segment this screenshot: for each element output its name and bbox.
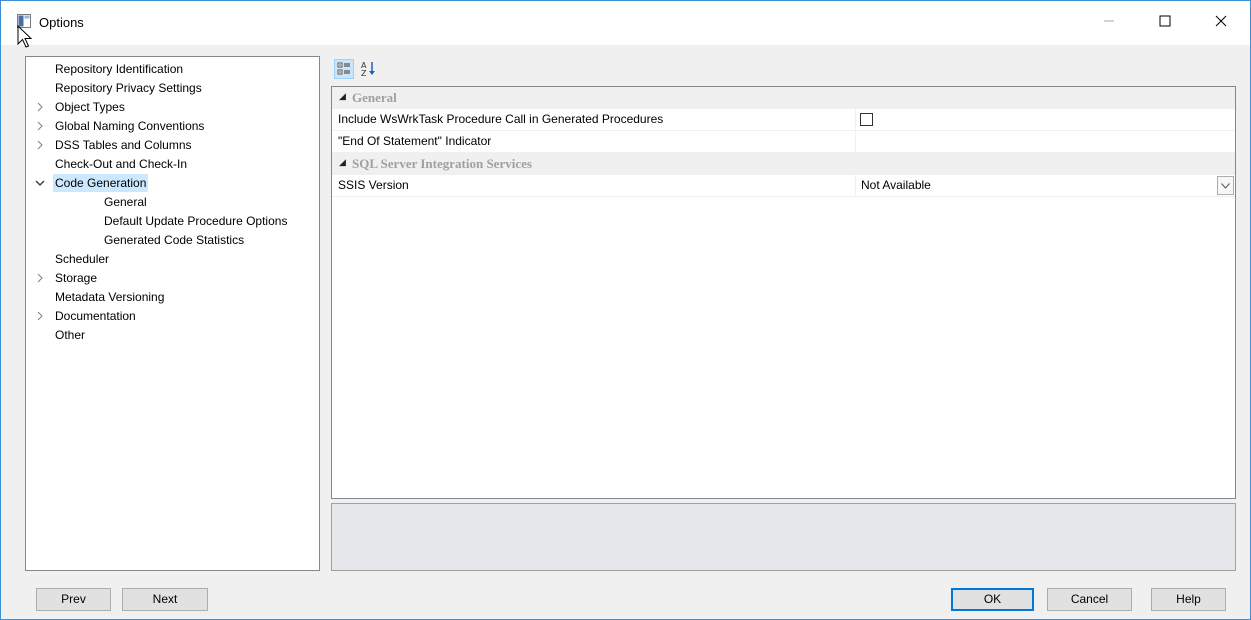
property-row[interactable]: SSIS Version Not Available <box>332 175 1235 197</box>
tree-item-label: Metadata Versioning <box>55 290 165 304</box>
tree-item[interactable]: Global Naming Conventions <box>26 117 319 135</box>
tree-item[interactable]: Documentation <box>26 307 319 325</box>
property-name: SSIS Version <box>332 175 856 196</box>
tree-item-label: Repository Privacy Settings <box>55 81 202 95</box>
property-grid[interactable]: ◢ General Include WsWrkTask Procedure Call… <box>331 86 1236 499</box>
tree-item[interactable]: Check-Out and Check-In <box>26 155 319 173</box>
tree-item[interactable]: Storage <box>26 269 319 287</box>
alphabetical-sort-button[interactable]: A Z <box>358 59 378 79</box>
title-bar[interactable]: Options <box>1 1 1250 48</box>
tree-item-label: General <box>104 195 147 209</box>
tree-item[interactable]: General <box>26 193 319 211</box>
close-button[interactable] <box>1198 1 1244 41</box>
tree-item-label: Storage <box>55 271 98 285</box>
tree-item[interactable]: Metadata Versioning <box>26 288 319 306</box>
description-pane <box>331 503 1236 571</box>
maximize-button[interactable] <box>1142 1 1188 41</box>
chevron-down-icon[interactable] <box>1217 176 1234 195</box>
tree-item[interactable]: Default Update Procedure Options <box>26 212 319 230</box>
chevron-right-icon[interactable] <box>34 269 46 287</box>
tree-item-label: Global Naming Conventions <box>55 119 205 133</box>
category-label: SQL Server Integration Services <box>352 156 532 171</box>
collapse-triangle-icon[interactable]: ◢ <box>339 91 346 102</box>
property-value-field[interactable] <box>857 131 1235 152</box>
tree-item-label: Scheduler <box>55 252 110 266</box>
tree-item-label: Check-Out and Check-In <box>55 157 188 171</box>
ssis-version-dropdown[interactable]: Not Available <box>857 175 1235 196</box>
property-name: Include WsWrkTask Procedure Call in Gene… <box>332 109 856 130</box>
tree-item[interactable]: Repository Identification <box>26 60 319 78</box>
minimize-button[interactable] <box>1086 1 1132 41</box>
svg-text:Z: Z <box>361 69 367 78</box>
tree-item[interactable]: Other <box>26 326 319 344</box>
window-title: Options <box>39 15 84 30</box>
property-value: Not Available <box>861 178 931 192</box>
tree-item[interactable]: Code Generation <box>26 174 319 192</box>
include-wswrktask-checkbox[interactable] <box>860 113 873 126</box>
cancel-button[interactable]: Cancel <box>1047 588 1132 611</box>
category-label: General <box>352 90 397 105</box>
maximize-icon <box>1159 15 1171 27</box>
tree-item-label: Generated Code Statistics <box>104 233 245 247</box>
next-button[interactable]: Next <box>122 588 208 611</box>
tree-item-label: Other <box>55 328 86 342</box>
ok-button[interactable]: OK <box>951 588 1034 611</box>
tree-item-label: Object Types <box>55 100 125 114</box>
category-row[interactable]: ◢ General <box>332 87 1235 109</box>
options-dialog: Options Repository Identification Reposit… <box>0 0 1251 620</box>
tree-item-label: Default Update Procedure Options <box>104 214 288 228</box>
help-button[interactable]: Help <box>1151 588 1226 611</box>
minimize-icon <box>1104 20 1114 22</box>
tree-item-label: Repository Identification <box>55 62 184 76</box>
property-row[interactable]: "End Of Statement" Indicator <box>332 131 1235 153</box>
tree-item[interactable]: Repository Privacy Settings <box>26 79 319 97</box>
prev-button[interactable]: Prev <box>36 588 111 611</box>
tree-item[interactable]: DSS Tables and Columns <box>26 136 319 154</box>
tree-item-label: Code Generation <box>53 174 149 192</box>
chevron-right-icon[interactable] <box>34 117 46 135</box>
chevron-right-icon[interactable] <box>34 98 46 116</box>
tree-item-label: DSS Tables and Columns <box>55 138 192 152</box>
chevron-right-icon[interactable] <box>34 307 46 325</box>
categorized-view-icon <box>337 62 350 75</box>
tree-item[interactable]: Scheduler <box>26 250 319 268</box>
property-row[interactable]: Include WsWrkTask Procedure Call in Gene… <box>332 109 1235 131</box>
category-row[interactable]: ◢ SQL Server Integration Services <box>332 153 1235 175</box>
tree-item[interactable]: Generated Code Statistics <box>26 231 319 249</box>
options-tree[interactable]: Repository Identification Repository Priv… <box>25 56 320 571</box>
alphabetical-sort-icon: A Z <box>361 61 375 78</box>
close-icon <box>1215 15 1227 27</box>
tree-item-label: Documentation <box>55 309 136 323</box>
property-name: "End Of Statement" Indicator <box>332 131 856 152</box>
categorized-view-button[interactable] <box>334 59 354 79</box>
mouse-cursor-icon <box>17 25 33 48</box>
chevron-down-icon[interactable] <box>34 174 46 192</box>
chevron-right-icon[interactable] <box>34 136 46 154</box>
tree-item[interactable]: Object Types <box>26 98 319 116</box>
collapse-triangle-icon[interactable]: ◢ <box>339 157 346 168</box>
